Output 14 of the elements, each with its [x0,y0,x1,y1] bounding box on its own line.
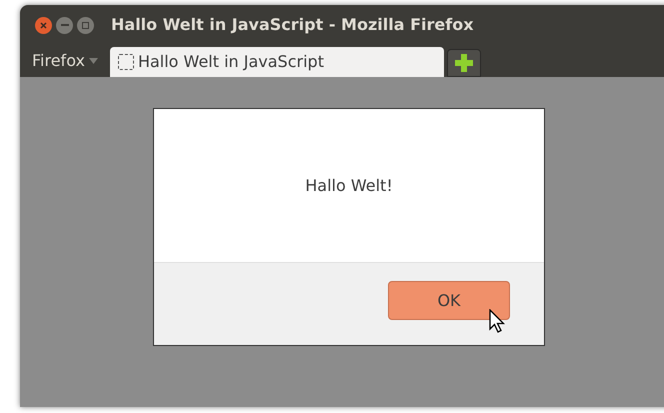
close-icon[interactable] [35,16,52,34]
firefox-menu-button[interactable]: Firefox [32,45,98,77]
minimize-icon[interactable] [56,16,73,34]
page-icon [118,54,134,70]
caret-icon [88,58,98,64]
window-title: Hallo Welt in JavaScript - Mozilla Firefox [111,14,474,36]
new-tab-button[interactable] [446,49,481,77]
plus-icon [454,54,473,72]
tab-label: Hallo Welt in JavaScript [138,51,324,73]
mouse-cursor-icon [489,309,505,333]
maximize-icon[interactable] [77,16,94,34]
dialog-message: Hallo Welt! [305,174,393,196]
browser-tab[interactable]: Hallo Welt in JavaScript [110,47,444,77]
ok-button[interactable]: OK [388,281,510,320]
